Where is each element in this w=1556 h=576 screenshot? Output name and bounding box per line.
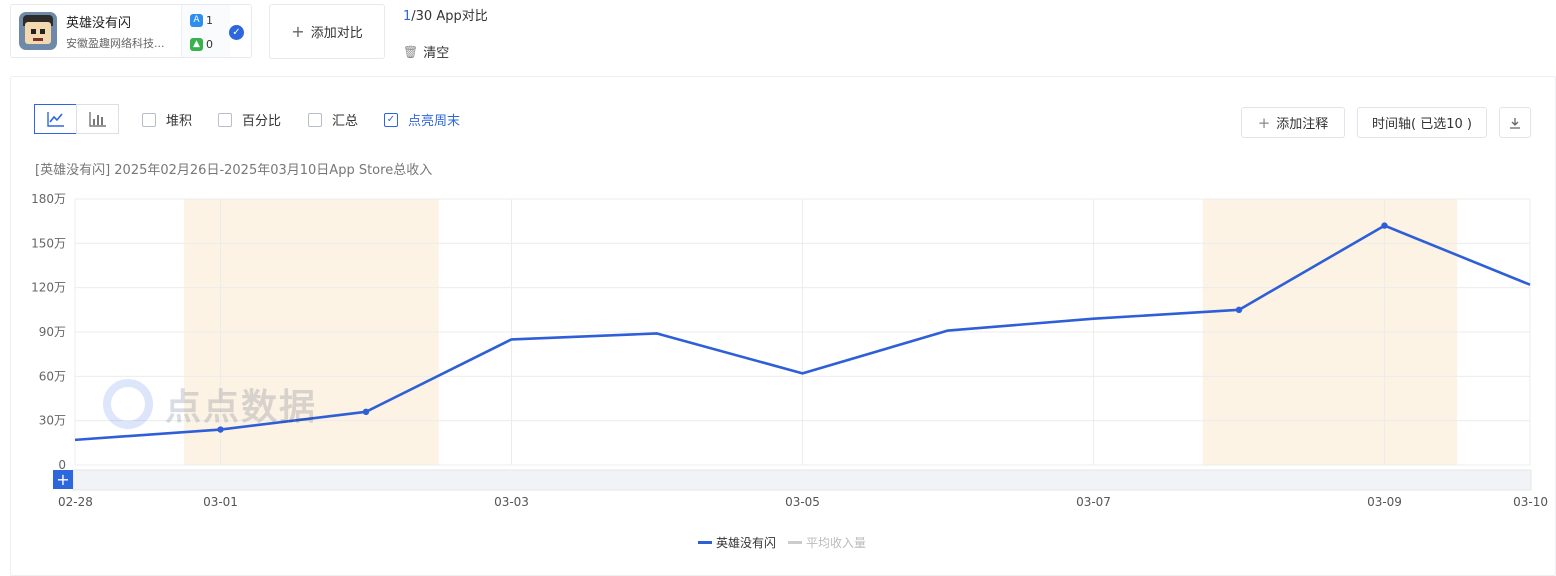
zoom-slider-track (72, 469, 1532, 491)
chart-legend: 英雄没有闪 平均收入量 (698, 534, 878, 551)
legend-swatch (788, 541, 803, 544)
x-tick-label: 03-03 (494, 495, 529, 509)
y-tick-label: 30万 (39, 414, 66, 428)
y-tick-label: 120万 (31, 281, 66, 295)
zoom-expand-button[interactable]: + (53, 470, 73, 489)
legend-label-main: 英雄没有闪 (716, 536, 777, 550)
legend-item-average[interactable]: 平均收入量 (788, 534, 866, 551)
x-tick-label: 03-05 (785, 495, 820, 509)
x-tick-label: 03-10 (1513, 495, 1548, 509)
x-tick-label: 03-01 (203, 495, 238, 509)
watermark-logo-icon (103, 379, 153, 429)
legend-item-main[interactable]: 英雄没有闪 (698, 534, 776, 551)
data-point (1381, 222, 1388, 229)
x-tick-label: 03-09 (1367, 495, 1402, 509)
y-tick-label: 90万 (39, 325, 66, 339)
x-tick-label: 02-28 (58, 495, 93, 509)
legend-label-average: 平均收入量 (806, 536, 867, 550)
x-tick-label: 03-07 (1076, 495, 1111, 509)
y-tick-label: 60万 (39, 369, 66, 383)
y-tick-label: 150万 (31, 236, 66, 250)
watermark: 点点数据 (103, 378, 317, 430)
data-point (362, 408, 370, 415)
revenue-line-chart: 030万60万90万120万150万180万02-28 03-01 03-03 03-… (31, 192, 1548, 509)
watermark-text: 点点数据 (165, 387, 318, 428)
y-tick-label: 180万 (31, 192, 66, 206)
data-point (1235, 306, 1243, 314)
legend-swatch (698, 541, 712, 544)
